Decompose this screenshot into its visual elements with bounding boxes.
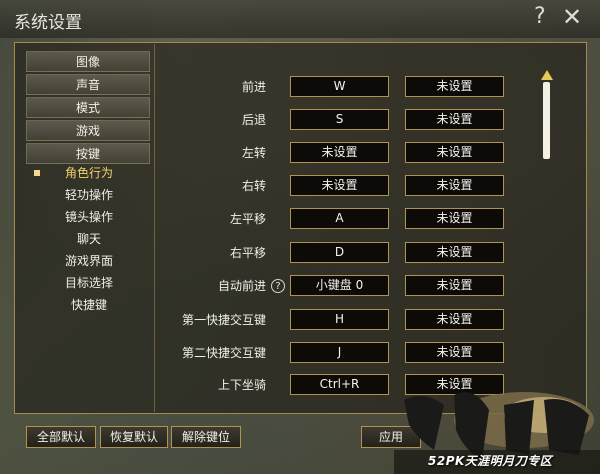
action-label: 上下坐骑 [217, 378, 266, 392]
sidebar-item-camera[interactable]: 镜头操作 [26, 207, 152, 227]
primary-key-field[interactable]: S [290, 109, 389, 130]
secondary-key-field[interactable]: 未设置 [405, 175, 504, 196]
action-label: 左平移 [229, 212, 266, 226]
tab-graphics[interactable]: 图像 [26, 51, 150, 72]
tab-sound[interactable]: 声音 [26, 74, 150, 95]
sidebar-item-chat[interactable]: 聊天 [26, 229, 152, 249]
restore-default-button[interactable]: 恢复默认 [100, 426, 168, 448]
sidebar-item-character-actions[interactable]: 角色行为 [26, 163, 152, 183]
primary-key-field[interactable]: H [290, 309, 389, 330]
primary-key-field[interactable]: J [290, 342, 389, 363]
secondary-key-field[interactable]: 未设置 [405, 109, 504, 130]
sidebar-item-qinggong[interactable]: 轻功操作 [26, 185, 152, 205]
sidebar-item-targeting[interactable]: 目标选择 [26, 273, 152, 293]
close-icon[interactable]: ✕ [562, 4, 582, 30]
primary-key-field[interactable]: 未设置 [290, 175, 389, 196]
reset-all-button[interactable]: 全部默认 [26, 426, 96, 448]
primary-key-field[interactable]: A [290, 208, 389, 229]
scroll-thumb[interactable] [543, 82, 550, 159]
primary-key-field[interactable]: 小键盘 0 [290, 275, 389, 296]
secondary-key-field[interactable]: 未设置 [405, 208, 504, 229]
title-bar: 系统设置 ? ✕ [0, 0, 600, 38]
help-question-icon[interactable]: ? [271, 279, 285, 293]
window-title: 系统设置 [14, 13, 82, 33]
sidebar-item-game-ui[interactable]: 游戏界面 [26, 251, 152, 271]
primary-key-field[interactable]: W [290, 76, 389, 97]
action-label: 自动前进 [217, 279, 266, 293]
unbind-key-button[interactable]: 解除键位 [171, 426, 241, 448]
primary-key-field[interactable]: Ctrl+R [290, 374, 389, 395]
secondary-key-field[interactable]: 未设置 [405, 242, 504, 263]
secondary-key-field[interactable]: 未设置 [405, 142, 504, 163]
secondary-key-field[interactable]: 未设置 [405, 76, 504, 97]
action-label: 前进 [241, 80, 266, 94]
action-label: 左转 [241, 146, 266, 160]
action-label: 右平移 [229, 246, 266, 260]
action-label: 第一快捷交互键 [181, 313, 266, 327]
sidebar-item-label: 角色行为 [64, 166, 113, 180]
tab-game[interactable]: 游戏 [26, 120, 150, 141]
scrollbar[interactable] [541, 70, 553, 410]
tab-mode[interactable]: 模式 [26, 97, 150, 118]
sidebar-item-hotkeys[interactable]: 快捷键 [26, 295, 152, 315]
help-icon[interactable]: ? [534, 4, 546, 30]
secondary-key-field[interactable]: 未设置 [405, 342, 504, 363]
active-bullet-icon [34, 170, 40, 176]
column-divider [154, 44, 155, 412]
primary-key-field[interactable]: 未设置 [290, 142, 389, 163]
secondary-key-field[interactable]: 未设置 [405, 275, 504, 296]
primary-key-field[interactable]: D [290, 242, 389, 263]
scroll-up-arrow-icon[interactable] [541, 70, 553, 80]
settings-window: 系统设置 ? ✕ 图像 声音 模式 游戏 按键 角色行为 轻功操作 镜头操作 聊… [0, 0, 600, 474]
action-label: 后退 [241, 113, 266, 127]
secondary-key-field[interactable]: 未设置 [405, 309, 504, 330]
action-label: 第二快捷交互键 [181, 346, 266, 360]
watermark-text: 52PK天涯明月刀专区 [428, 454, 553, 468]
tab-keys[interactable]: 按键 [26, 143, 150, 164]
action-label: 右转 [241, 179, 266, 193]
